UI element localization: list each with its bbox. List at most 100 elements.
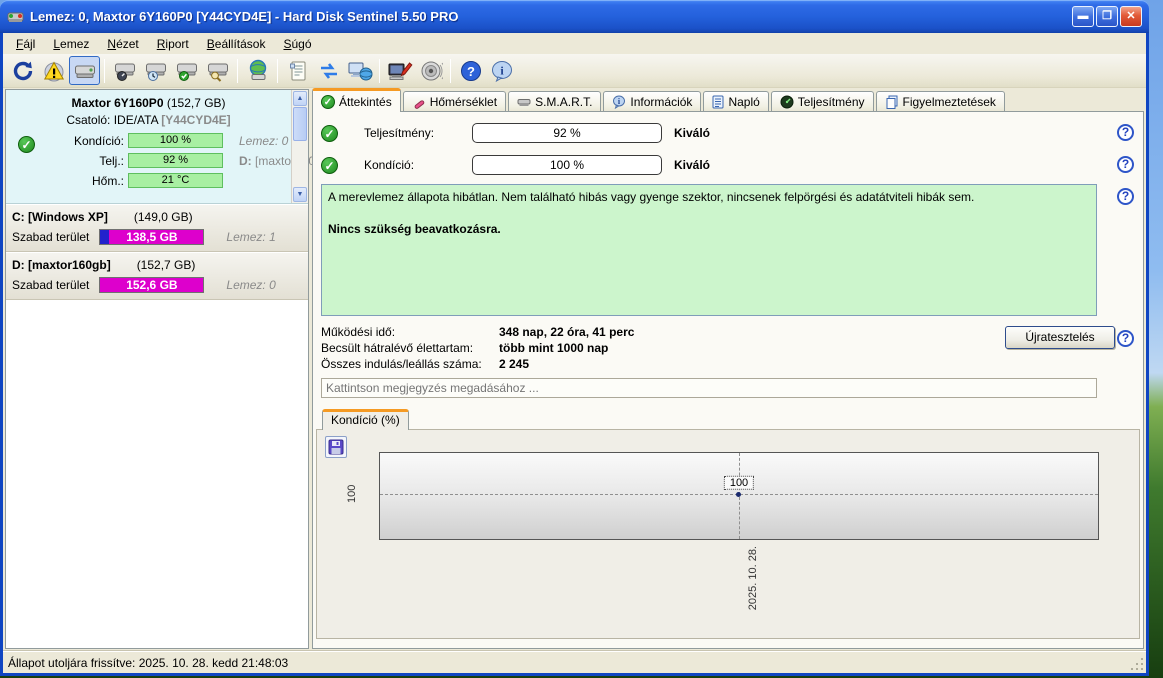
partition-size: (152,7 GB) (137, 258, 196, 272)
disk-performance-row: Telj.: 92 % D: [maxtor160gb] (40, 152, 332, 169)
scroll-down-icon[interactable]: ▼ (293, 187, 307, 202)
start-stop-label: Összes indulás/leállás száma: (321, 357, 499, 371)
sidebar-scrollbar[interactable]: ▲ ▼ (291, 90, 308, 203)
smart-disk-icon (517, 95, 531, 109)
disk-clock-icon (144, 59, 168, 83)
menu-bar: Fájl Lemez Nézet Riport Beállítások Súgó (3, 33, 1146, 54)
toolbar-separator (237, 59, 238, 83)
about-button[interactable]: i (486, 56, 517, 85)
tab-overview[interactable]: ✓ Áttekintés (312, 88, 401, 112)
performance-mini-bar: 92 % (128, 153, 223, 168)
title-bar[interactable]: Lemez: 0, Maxtor 6Y160P0 [Y44CYD4E] - Ha… (0, 0, 1149, 33)
partition-c-item[interactable]: C: [Windows XP] (149,0 GB) Szabad terüle… (6, 205, 308, 252)
minimize-button[interactable]: ▬ (1072, 6, 1094, 27)
disk-health-row: Kondíció: 100 % Lemez: 0 (40, 132, 288, 149)
retest-button[interactable]: Újratesztelés (1005, 326, 1115, 349)
menu-disk[interactable]: Lemez (44, 35, 98, 53)
toolbar-separator (379, 59, 380, 83)
resize-grip-icon[interactable] (1131, 658, 1145, 672)
report-button[interactable] (282, 56, 313, 85)
tab-temperature[interactable]: Hőmérséklet (403, 91, 506, 112)
disk-status-ok-icon: ✓ (18, 136, 35, 153)
free-space-label: Szabad terület (12, 230, 89, 244)
tab-information[interactable]: i Információk (603, 91, 701, 112)
x-axis-tick: 2025. 10. 28. (747, 546, 759, 610)
temperature-mini-bar: 21 °C (128, 173, 223, 188)
status-bar: Állapot utoljára frissítve: 2025. 10. 28… (3, 651, 1146, 673)
disk-temperature-row: Hőm.: 21 °C (40, 172, 223, 189)
partition-disk-number: Lemez: 1 (226, 230, 275, 244)
disk-list-sidebar: Maxtor 6Y160P0 (152,7 GB) Csatoló: IDE/A… (5, 89, 309, 649)
disk-check-icon (175, 59, 199, 83)
performance-help-icon[interactable]: ? (1117, 124, 1134, 141)
tab-smart[interactable]: S.M.A.R.T. (508, 91, 601, 112)
remote-monitoring-button[interactable] (344, 56, 375, 85)
disk-size: (152,7 GB) (167, 96, 226, 110)
health-bar: 100 % (472, 155, 662, 175)
partition-size: (149,0 GB) (134, 210, 193, 224)
information-icon: i (612, 95, 626, 109)
gauge-icon (780, 95, 794, 109)
partition-disk-number: Lemez: 0 (226, 278, 275, 292)
disk-temperature-button[interactable] (140, 56, 171, 85)
chart-tab-condition[interactable]: Kondíció (%) (322, 409, 409, 430)
sync-button[interactable] (313, 56, 344, 85)
settings-icon (387, 59, 413, 83)
network-disk-icon (245, 59, 271, 83)
free-space-bar: 138,5 GB (99, 229, 204, 245)
message-help-icon[interactable]: ? (1117, 188, 1134, 205)
menu-view[interactable]: Nézet (98, 35, 147, 53)
warning-status-button[interactable] (38, 56, 69, 85)
save-chart-button[interactable] (325, 436, 347, 458)
tab-log[interactable]: Napló (703, 91, 768, 112)
toolbar-separator (104, 59, 105, 83)
help-button[interactable]: ? (455, 56, 486, 85)
menu-file[interactable]: Fájl (7, 35, 44, 53)
disk-interface: IDE/ATA (114, 113, 158, 127)
disk-performance-button[interactable] (109, 56, 140, 85)
lifetime-label: Becsült hátralévő élettartam: (321, 341, 499, 355)
configuration-button[interactable] (384, 56, 415, 85)
health-help-icon[interactable]: ? (1117, 156, 1134, 173)
menu-settings[interactable]: Beállítások (198, 35, 275, 53)
toolbar: ? i (3, 54, 1146, 88)
info-icon: i (490, 59, 514, 83)
report-icon (286, 59, 310, 83)
disk-search-icon (206, 59, 230, 83)
start-stop-value: 2 245 (499, 357, 529, 371)
disk-serial: [Y44CYD4E] (161, 113, 230, 127)
main-panel: ✓ Áttekintés Hőmérséklet S.M.A.R.T. i In… (312, 89, 1144, 649)
network-disks-button[interactable] (242, 56, 273, 85)
app-icon (7, 9, 25, 25)
refresh-button[interactable] (7, 56, 38, 85)
scrollbar-thumb[interactable] (293, 107, 307, 141)
tab-strip: ✓ Áttekintés Hőmérséklet S.M.A.R.T. i In… (312, 89, 1144, 112)
close-button[interactable]: ✕ (1120, 6, 1142, 27)
scroll-up-icon[interactable]: ▲ (293, 91, 307, 106)
overview-check-icon: ✓ (321, 95, 335, 109)
sound-icon (419, 59, 443, 83)
refresh-icon (11, 59, 35, 83)
tab-alerts[interactable]: Figyelmeztetések (876, 91, 1005, 112)
remote-monitor-icon (347, 59, 373, 83)
disk-number: Lemez: 0 (239, 134, 288, 148)
thermometer-icon (412, 95, 426, 109)
condition-chart-panel: 100 100 2025. 10. 28. (316, 429, 1140, 639)
selected-disk-panel[interactable]: Maxtor 6Y160P0 (152,7 GB) Csatoló: IDE/A… (6, 90, 308, 204)
disk-detail-icon (73, 59, 97, 83)
performance-ok-icon: ✓ (321, 125, 338, 142)
disk-health-button[interactable] (171, 56, 202, 85)
data-point-label: 100 (724, 476, 754, 490)
comment-input[interactable] (321, 378, 1097, 398)
save-icon (328, 439, 344, 455)
acoustic-button[interactable] (415, 56, 446, 85)
menu-report[interactable]: Riport (148, 35, 198, 53)
svg-text:?: ? (467, 64, 475, 79)
disk-surface-test-button[interactable] (202, 56, 233, 85)
menu-help[interactable]: Súgó (274, 35, 320, 53)
disk-details-button[interactable] (69, 56, 100, 85)
maximize-button[interactable]: ❒ (1096, 6, 1118, 27)
tab-performance[interactable]: Teljesítmény (771, 91, 874, 112)
retest-help-icon[interactable]: ? (1117, 330, 1134, 347)
partition-d-item[interactable]: D: [maxtor160gb] (152,7 GB) Szabad terül… (6, 253, 308, 300)
